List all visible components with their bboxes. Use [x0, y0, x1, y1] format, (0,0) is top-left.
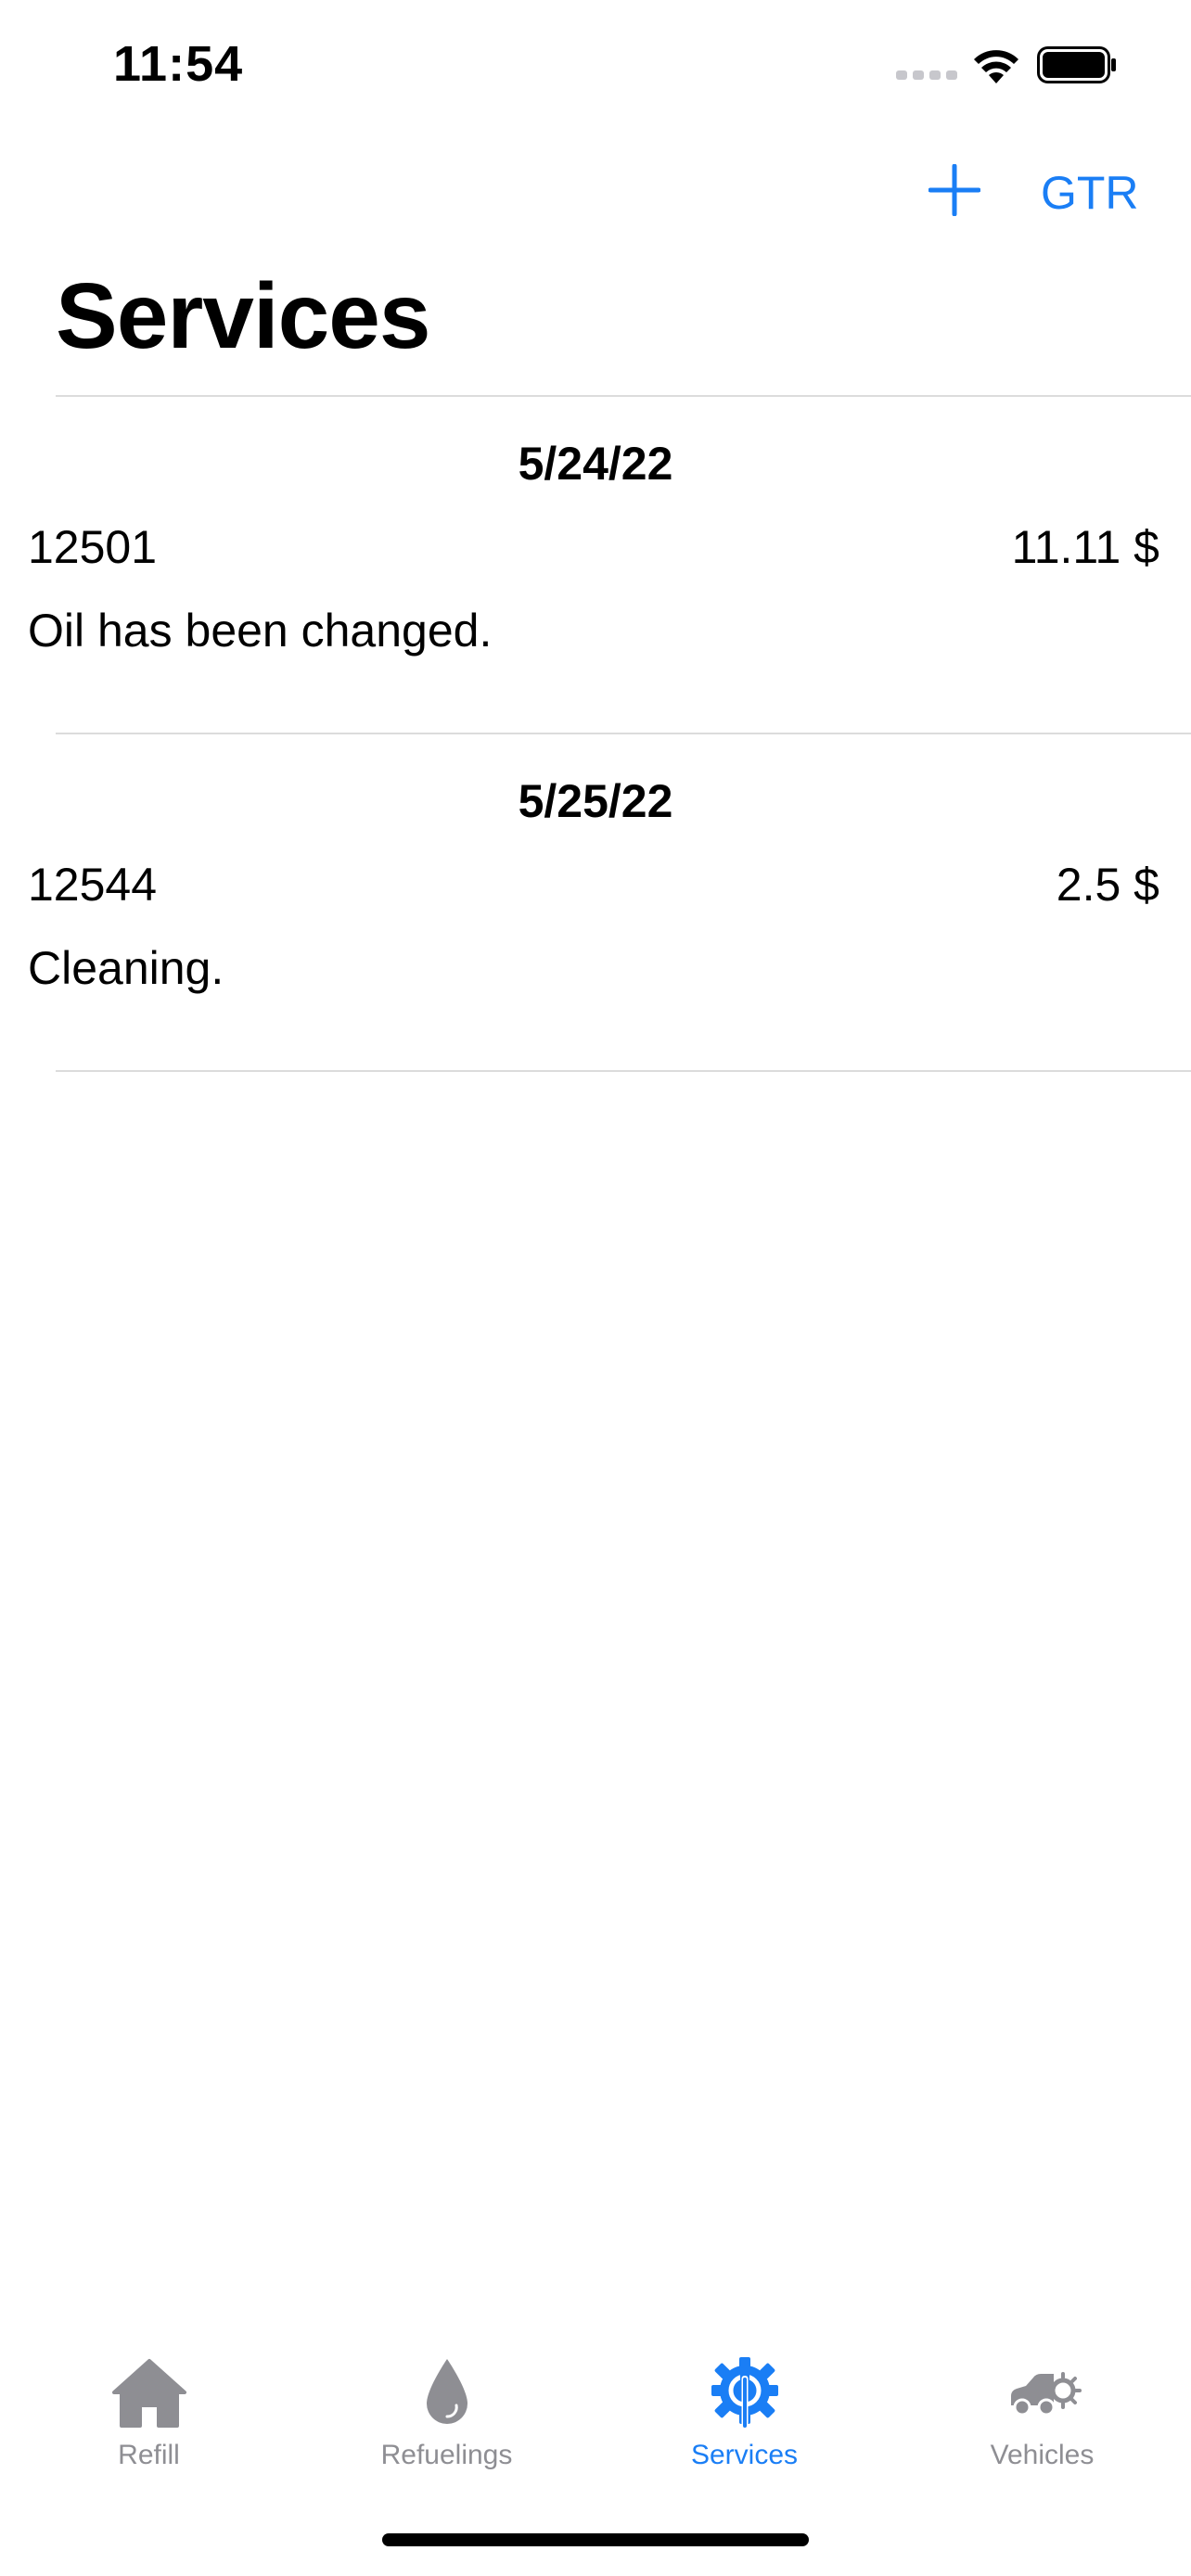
tab-services[interactable]: Services — [596, 2337, 893, 2485]
tab-bar: Refill Refuelings Services Vehicles — [0, 2337, 1191, 2494]
tab-refill[interactable]: Refill — [0, 2337, 298, 2485]
vehicle-selector-button[interactable]: GTR — [1041, 163, 1139, 223]
service-cost: 2.5 $ — [1056, 859, 1159, 911]
services-screen: 11:54 GTR Services 5/24/22 12501 11.11 $… — [0, 0, 1191, 2576]
tab-label: Vehicles — [990, 2440, 1095, 2470]
service-date: 5/25/22 — [518, 775, 673, 827]
tab-label: Services — [690, 2440, 799, 2470]
add-service-button[interactable] — [924, 159, 985, 221]
tab-vehicles[interactable]: Vehicles — [893, 2337, 1191, 2485]
house-icon — [111, 2359, 186, 2428]
drop-icon — [426, 2359, 467, 2424]
status-bar: 11:54 — [0, 0, 1191, 130]
gear-wrench-icon — [711, 2357, 778, 2428]
wifi-icon — [974, 50, 1018, 83]
service-odometer: 12501 — [28, 521, 158, 573]
service-row[interactable]: 5/24/22 12501 11.11 $ Oil has been chang… — [0, 397, 1191, 733]
navigation-bar: GTR — [0, 139, 1191, 241]
list-divider — [56, 1070, 1191, 1072]
service-odometer: 12544 — [28, 859, 158, 911]
services-list: 5/24/22 12501 11.11 $ Oil has been chang… — [0, 395, 1191, 1072]
status-time: 11:54 — [113, 36, 244, 92]
service-note: Cleaning. — [28, 942, 224, 994]
car-icon — [1010, 2372, 1082, 2417]
service-date: 5/24/22 — [518, 438, 673, 490]
tab-refuelings[interactable]: Refuelings — [298, 2337, 596, 2485]
battery-icon — [1037, 46, 1116, 83]
service-row[interactable]: 5/25/22 12544 2.5 $ Cleaning. — [0, 734, 1191, 1070]
home-indicator — [382, 2533, 809, 2546]
service-note: Oil has been changed. — [28, 605, 493, 657]
service-cost: 11.11 $ — [1011, 521, 1159, 573]
plus-icon — [928, 164, 980, 216]
cellular-signal-icon — [896, 70, 957, 80]
page-title: Services — [56, 264, 430, 368]
tab-label: Refuelings — [380, 2440, 513, 2470]
tab-label: Refill — [118, 2440, 180, 2470]
